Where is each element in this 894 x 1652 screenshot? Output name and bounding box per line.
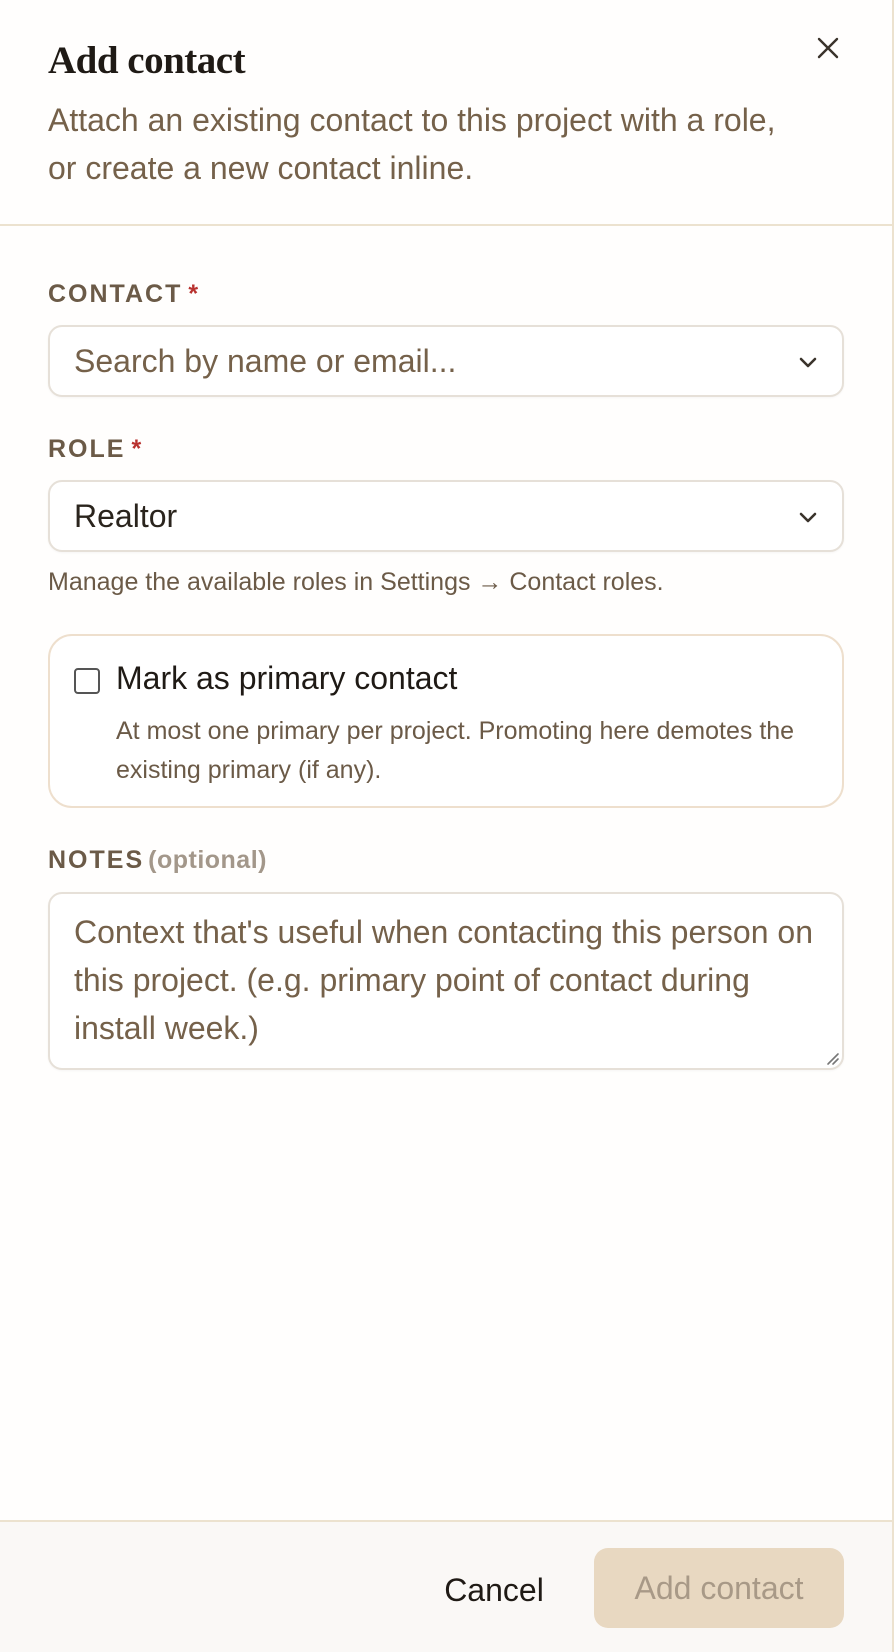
cancel-button[interactable]: Cancel — [420, 1550, 568, 1630]
notes-optional-tag: (optional) — [148, 846, 267, 874]
role-hint: Manage the available roles in Settings →… — [48, 568, 664, 596]
required-mark: * — [188, 280, 199, 308]
role-label: ROLE * — [48, 435, 141, 464]
dialog-subtitle: Attach an existing contact to this proje… — [48, 102, 776, 186]
contact-search-select[interactable]: Search by name or email... — [48, 325, 844, 397]
notes-textarea[interactable]: Context that's useful when contacting th… — [48, 892, 844, 1070]
add-contact-panel: Add contact Attach an existing contact t… — [0, 0, 894, 1652]
dialog-title: Add contact — [48, 39, 246, 82]
role-label-text: ROLE — [48, 435, 126, 463]
close-button[interactable] — [808, 28, 848, 68]
contact-label-text: CONTACT — [48, 280, 183, 308]
role-select-value: Realtor — [74, 497, 178, 534]
role-select[interactable]: Realtor — [48, 480, 844, 552]
required-mark: * — [131, 435, 142, 463]
primary-contact-box: Mark as primary contact At most one prim… — [48, 634, 844, 808]
primary-contact-title: Mark as primary contact — [116, 660, 458, 696]
notes-placeholder: Context that's useful when contacting th… — [74, 914, 813, 1046]
resize-handle-icon[interactable] — [824, 1050, 840, 1066]
dialog-header: Add contact Attach an existing contact t… — [0, 0, 892, 226]
contact-label: CONTACT * — [48, 280, 198, 309]
notes-label: NOTES (optional) — [48, 846, 267, 875]
chevron-down-icon — [799, 512, 817, 523]
chevron-down-icon — [799, 357, 817, 368]
close-icon — [817, 37, 839, 59]
primary-contact-description: At most one primary per project. Promoti… — [116, 717, 795, 784]
primary-contact-checkbox[interactable] — [74, 668, 100, 694]
contact-search-placeholder: Search by name or email... — [74, 342, 457, 379]
add-contact-button[interactable]: Add contact — [594, 1548, 844, 1628]
dialog-footer: Cancel Add contact — [0, 1520, 892, 1652]
notes-label-text: NOTES — [48, 846, 145, 874]
